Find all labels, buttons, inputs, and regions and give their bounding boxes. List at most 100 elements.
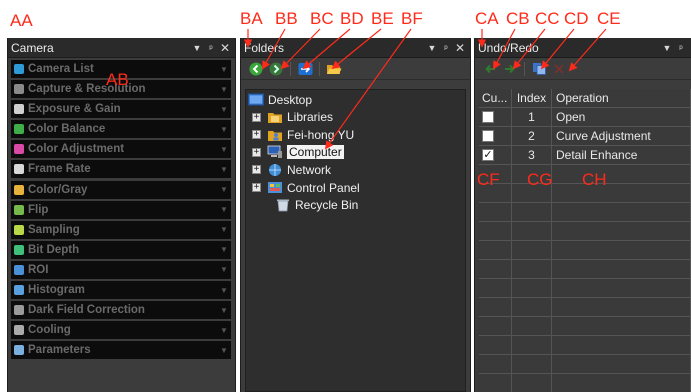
chevron-down-icon[interactable]: ▼ [217, 105, 231, 114]
tree-item-desktop[interactable]: Desktop [248, 91, 312, 108]
expand-icon[interactable]: + [252, 130, 261, 140]
checkbox[interactable] [482, 111, 494, 123]
copy-icon[interactable] [530, 60, 548, 78]
tree-item-user-folder[interactable]: + Fei-hong YU [252, 126, 354, 143]
operation-cell: Open [552, 108, 691, 126]
empty-row [479, 317, 691, 336]
annotation-be: BE [371, 9, 394, 28]
folders-toolbar [241, 58, 470, 80]
chevron-down-icon[interactable]: ▼ [217, 145, 231, 154]
undo-redo-panel: Undo/Redo ▼ ᵖ Cu... Index Operation 1 Open 2 C… [474, 38, 691, 392]
index-cell: 1 [512, 108, 552, 126]
chevron-down-icon[interactable]: ▼ [217, 165, 231, 174]
expand-icon[interactable]: + [252, 165, 261, 175]
annotation-ba: BA [240, 9, 263, 28]
camera-section-exposure[interactable]: Exposure & Gain ▼ [11, 100, 231, 119]
tree-item-libraries[interactable]: + Libraries [252, 109, 333, 126]
chevron-down-icon[interactable]: ▼ [217, 326, 231, 335]
camera-section-cooling[interactable]: Cooling ▼ [11, 321, 231, 340]
operation-cell: Detail Enhance [552, 146, 691, 164]
expand-icon[interactable]: + [252, 147, 261, 157]
chevron-down-icon[interactable]: ▼ [217, 346, 231, 355]
tree-item-label: Recycle Bin [295, 198, 359, 213]
camera-section-frame-rate[interactable]: Frame Rate ▼ [11, 160, 231, 179]
tree-item-network[interactable]: + Network [252, 161, 331, 178]
chevron-down-icon[interactable]: ▼ [217, 245, 231, 254]
sampling-icon [14, 224, 24, 235]
history-row[interactable]: 2 Curve Adjustment [479, 127, 691, 146]
back-icon[interactable] [247, 60, 265, 78]
chevron-down-icon[interactable]: ▼ [217, 125, 231, 134]
undo-icon[interactable] [481, 60, 499, 78]
computer-icon [267, 145, 282, 159]
camera-section-color-gray[interactable]: Color/Gray ▼ [11, 180, 231, 199]
empty-cell [512, 355, 552, 373]
empty-cell [552, 279, 691, 297]
camera-section-label: Sampling [28, 223, 80, 236]
expand-icon[interactable]: + [252, 112, 261, 122]
clear-icon[interactable] [550, 60, 568, 78]
dropdown-icon[interactable]: ▼ [426, 43, 438, 53]
column-header-index[interactable]: Index [512, 89, 552, 107]
tree-item-computer[interactable]: + Computer [252, 144, 344, 161]
tree-item-recycle-bin[interactable]: Recycle Bin [256, 197, 358, 214]
tree-item-control-panel[interactable]: + Control Panel [252, 179, 360, 196]
camera-section-sampling[interactable]: Sampling ▼ [11, 220, 231, 239]
camera-section-color-adjustment[interactable]: Color Adjustment ▼ [11, 140, 231, 159]
camera-section-parameters[interactable]: Parameters ▼ [11, 341, 231, 360]
go-icon[interactable] [296, 60, 314, 78]
dropdown-icon[interactable]: ▼ [661, 43, 673, 53]
toolbar-separator [290, 61, 291, 76]
empty-cell [552, 298, 691, 316]
toolbar-separator [524, 61, 525, 76]
tree-item-label: Fei-hong YU [287, 127, 355, 142]
close-icon[interactable]: ✕ [454, 41, 466, 55]
frame-rate-icon [14, 164, 24, 175]
chevron-down-icon[interactable]: ▼ [217, 286, 231, 295]
camera-section-roi[interactable]: ROI ▼ [11, 260, 231, 279]
annotation-aa: AA [10, 11, 33, 30]
chevron-down-icon[interactable]: ▼ [217, 265, 231, 274]
camera-section-color-balance[interactable]: Color Balance ▼ [11, 120, 231, 139]
camera-section-bit-depth[interactable]: Bit Depth ▼ [11, 240, 231, 259]
history-row[interactable]: 1 Open [479, 108, 691, 127]
exposure-icon [14, 104, 24, 115]
camera-section-label: Exposure & Gain [28, 103, 121, 116]
redo-icon[interactable] [501, 60, 519, 78]
pin-icon[interactable]: ᵖ [440, 43, 452, 53]
chevron-down-icon[interactable]: ▼ [217, 185, 231, 194]
camera-section-histogram[interactable]: Histogram ▼ [11, 281, 231, 300]
pin-icon[interactable]: ᵖ [205, 43, 217, 53]
desktop-icon [248, 93, 264, 105]
chevron-down-icon[interactable]: ▼ [217, 85, 231, 94]
current-cell [479, 108, 512, 126]
tree-item-label: Control Panel [287, 180, 360, 195]
camera-section-dark-field[interactable]: Dark Field Correction ▼ [11, 301, 231, 320]
dropdown-icon[interactable]: ▼ [191, 43, 203, 53]
chevron-down-icon[interactable]: ▼ [217, 65, 231, 74]
folders-panel-header: Folders ▼ ᵖ ✕ [241, 38, 470, 58]
toolbar-separator [319, 61, 320, 76]
empty-row [479, 222, 691, 241]
chevron-down-icon[interactable]: ▼ [217, 306, 231, 315]
expand-icon[interactable]: + [252, 183, 261, 192]
camera-section-label: Flip [28, 203, 49, 216]
close-icon[interactable]: ✕ [219, 41, 231, 55]
open-folder-icon[interactable] [325, 60, 343, 78]
chevron-down-icon[interactable]: ▼ [217, 225, 231, 234]
checkbox[interactable] [482, 130, 494, 142]
camera-section-label: Cooling [28, 324, 71, 337]
annotation-ca: CA [475, 9, 499, 28]
empty-cell [479, 317, 512, 335]
chevron-down-icon[interactable]: ▼ [217, 205, 231, 214]
camera-section-list: Camera List ▼ Capture & Resolution ▼ Exposur… [8, 58, 235, 360]
index-cell: 3 [512, 146, 552, 164]
pin-icon[interactable]: ᵖ [675, 43, 687, 53]
forward-icon[interactable] [267, 60, 285, 78]
column-header-current[interactable]: Cu... [479, 89, 512, 107]
camera-section-flip[interactable]: Flip ▼ [11, 200, 231, 219]
annotation-ch: CH [582, 170, 607, 189]
checkbox[interactable]: ✓ [482, 149, 494, 161]
history-row[interactable]: ✓ 3 Detail Enhance [479, 146, 691, 165]
column-header-operation[interactable]: Operation [552, 89, 691, 107]
